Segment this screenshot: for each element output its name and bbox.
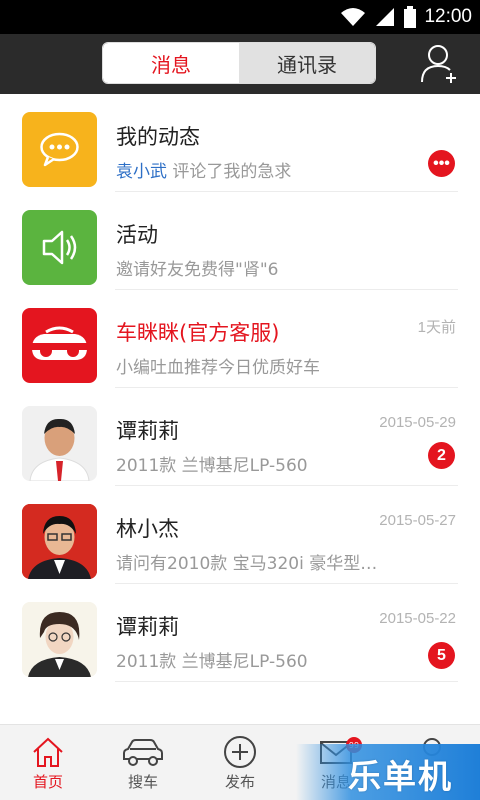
- user-link[interactable]: 袁小武: [116, 162, 167, 182]
- user-avatar: [22, 406, 97, 481]
- item-subtitle: 2011款 兰博基尼LP-560: [116, 652, 308, 672]
- nav-home[interactable]: 首页: [8, 725, 88, 800]
- item-title: 谭莉莉: [116, 419, 179, 443]
- nav-search-car[interactable]: 搜车: [103, 725, 183, 800]
- nav-publish[interactable]: 发布: [200, 725, 280, 800]
- item-subtitle: 袁小武 评论了我的急求: [116, 157, 291, 182]
- list-item[interactable]: 我的动态 袁小武 评论了我的急求 •••: [0, 94, 480, 192]
- item-title: 林小杰: [116, 517, 179, 541]
- nav-search-car-label: 搜车: [127, 773, 158, 791]
- item-time: 2015-05-29: [379, 414, 456, 431]
- status-bar: 12:00: [0, 0, 480, 34]
- header: 消息 通讯录: [0, 34, 480, 94]
- watermark-text: 乐单机: [348, 757, 453, 796]
- list-item[interactable]: 谭莉莉 2011款 兰博基尼LP-560 2015-05-29 2: [0, 388, 480, 486]
- tab-messages[interactable]: 消息: [103, 43, 239, 83]
- car-icon: [123, 739, 163, 766]
- list-item[interactable]: 活动 邀请好友免费得"肾"6: [0, 192, 480, 290]
- user-avatar: [22, 602, 97, 677]
- list-item[interactable]: 车眯眯(官方客服) 小编吐血推荐今日优质好车 1天前: [0, 290, 480, 388]
- nav-home-label: 首页: [32, 773, 63, 791]
- more-badge: •••: [428, 150, 455, 177]
- status-icons: 12:00: [340, 0, 472, 34]
- item-subtitle: 邀请好友免费得"肾"6: [116, 260, 279, 280]
- watermark: 乐单机: [296, 744, 480, 800]
- unread-badge: 5: [428, 642, 455, 669]
- tab-contacts[interactable]: 通讯录: [239, 43, 375, 83]
- item-subtitle-text: 评论了我的急求: [167, 162, 292, 182]
- item-subtitle: 2011款 兰博基尼LP-560: [116, 456, 308, 476]
- item-title: 谭莉莉: [116, 615, 179, 639]
- user-avatar: [22, 504, 97, 579]
- chat-bubble-icon: [22, 112, 97, 187]
- list-item[interactable]: 谭莉莉 2011款 兰博基尼LP-560 2015-05-22 5: [0, 584, 480, 682]
- item-time: 1天前: [417, 319, 456, 336]
- car-logo-icon: [22, 308, 97, 383]
- item-title: 我的动态: [116, 125, 200, 149]
- add-person-icon: [421, 45, 456, 83]
- segmented-tabs: 消息 通讯录: [102, 42, 376, 84]
- item-title: 车眯眯(官方客服): [116, 321, 280, 345]
- home-icon: [33, 737, 63, 767]
- item-time: 2015-05-27: [379, 512, 456, 529]
- add-contact-button[interactable]: [418, 42, 462, 86]
- unread-badge: 2: [428, 442, 455, 469]
- signal-icon: [376, 8, 395, 26]
- item-subtitle: 请问有2010款 宝马320i 豪华型…: [116, 554, 378, 574]
- message-list: 我的动态 袁小武 评论了我的急求 ••• 活动 邀请好友免费得"肾"6 车眯眯(…: [0, 94, 480, 724]
- status-time: 12:00: [424, 6, 472, 27]
- item-subtitle: 小编吐血推荐今日优质好车: [116, 358, 320, 378]
- list-item[interactable]: 林小杰 请问有2010款 宝马320i 豪华型… 2015-05-27: [0, 486, 480, 584]
- item-title: 活动: [116, 223, 158, 247]
- plus-circle-icon: [224, 736, 256, 768]
- nav-publish-label: 发布: [224, 773, 255, 791]
- speaker-icon: [22, 210, 97, 285]
- wifi-icon: [341, 8, 366, 26]
- battery-icon: [404, 6, 417, 28]
- item-time: 2015-05-22: [379, 610, 456, 627]
